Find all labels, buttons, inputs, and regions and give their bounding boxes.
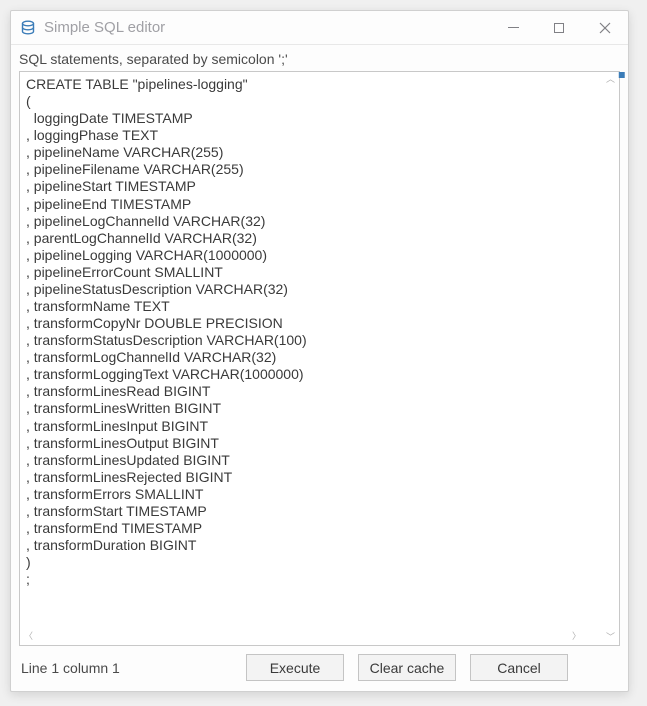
window-title: Simple SQL editor	[44, 19, 490, 36]
scroll-right-icon: 〉	[572, 632, 581, 641]
maximize-button[interactable]	[536, 11, 582, 44]
footer: Line 1 column 1 Execute Clear cache Canc…	[19, 654, 620, 681]
sql-textarea-wrapper: CREATE TABLE "pipelines-logging" ( loggi…	[19, 71, 620, 646]
execute-button[interactable]: Execute	[246, 654, 344, 681]
window-controls	[490, 11, 628, 44]
titlebar: Simple SQL editor	[11, 11, 628, 45]
clear-cache-button[interactable]: Clear cache	[358, 654, 456, 681]
database-icon	[19, 19, 37, 37]
scroll-left-icon: 〈	[24, 632, 33, 641]
scroll-down-icon: ﹀	[606, 633, 615, 642]
close-button[interactable]	[582, 11, 628, 44]
button-row: Execute Clear cache Cancel	[246, 654, 568, 681]
cancel-button[interactable]: Cancel	[470, 654, 568, 681]
vertical-scrollbar[interactable]: ︿ ﹀	[602, 72, 619, 645]
body-area: SQL statements, separated by semicolon '…	[11, 45, 628, 691]
scroll-up-icon: ︿	[606, 75, 615, 84]
sql-textarea[interactable]: CREATE TABLE "pipelines-logging" ( loggi…	[20, 72, 602, 645]
sql-label: SQL statements, separated by semicolon '…	[19, 51, 620, 67]
maximize-icon	[554, 23, 564, 33]
cursor-position: Line 1 column 1	[21, 660, 234, 676]
window: Simple SQL editor SQL statements, separa…	[10, 10, 629, 692]
horizontal-scrollbar[interactable]: 〈 〉	[20, 628, 585, 645]
minimize-button[interactable]	[490, 11, 536, 44]
